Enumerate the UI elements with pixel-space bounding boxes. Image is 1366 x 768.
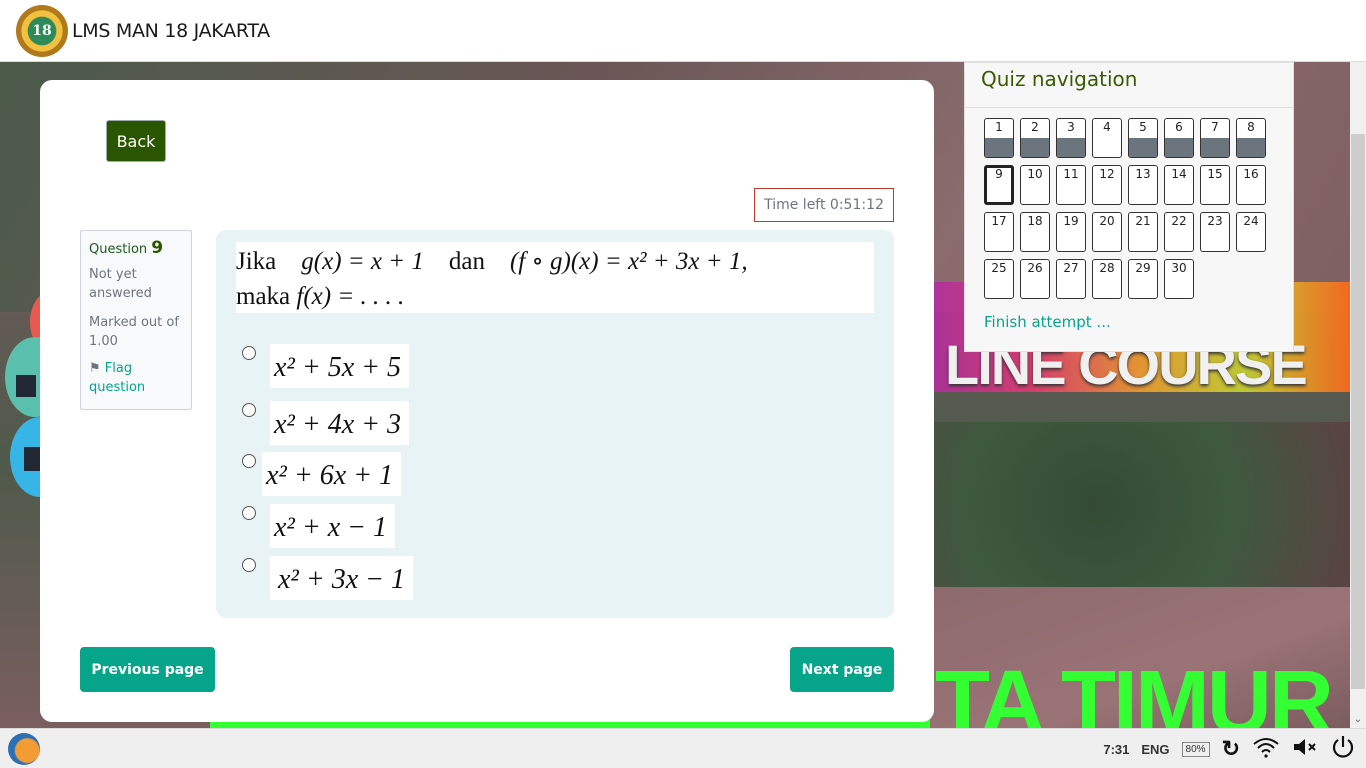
refresh-icon[interactable]: ↻ xyxy=(1222,738,1240,760)
quiz-nav-button-5[interactable]: 5 xyxy=(1128,118,1158,158)
question-number: Question 9 xyxy=(89,239,183,259)
school-logo[interactable]: 18 xyxy=(16,4,68,57)
answer-radio[interactable] xyxy=(242,558,256,572)
quiz-nav-button-17[interactable]: 17 xyxy=(984,212,1014,252)
quiz-nav-button-26[interactable]: 26 xyxy=(1020,259,1050,299)
volume-muted-icon[interactable] xyxy=(1292,736,1318,762)
question-text-jika: Jika xyxy=(236,248,277,275)
quiz-nav-button-21[interactable]: 21 xyxy=(1128,212,1158,252)
question-label: Question xyxy=(89,242,148,257)
quiz-nav-button-18[interactable]: 18 xyxy=(1020,212,1050,252)
quiz-nav-button-19[interactable]: 19 xyxy=(1056,212,1086,252)
quiz-timer: Time left 0:51:12 xyxy=(754,188,894,222)
finish-attempt-link[interactable]: Finish attempt ... xyxy=(984,313,1111,331)
flag-question-link[interactable]: ⚑ Flag question xyxy=(89,359,183,397)
answer-radio[interactable] xyxy=(242,403,256,417)
question-content: Jika g(x) = x + 1 dan (f ∘ g)(x) = x² + … xyxy=(216,230,894,618)
quiz-nav-button-4[interactable]: 4 xyxy=(1092,118,1122,158)
quiz-nav-button-28[interactable]: 28 xyxy=(1092,259,1122,299)
question-text: Jika g(x) = x + 1 dan (f ∘ g)(x) = x² + … xyxy=(236,242,874,313)
quiz-nav-button-20[interactable]: 20 xyxy=(1092,212,1122,252)
quiz-nav-button-9[interactable]: 9 xyxy=(984,165,1014,205)
answer-label[interactable]: x² + 5x + 5 xyxy=(270,344,410,388)
page-scrollbar[interactable]: ⌄ xyxy=(1350,62,1366,728)
answer-label[interactable]: x² + 3x − 1 xyxy=(270,556,414,600)
quiz-nav-button-1[interactable]: 1 xyxy=(984,118,1014,158)
scroll-down-arrow-icon[interactable]: ⌄ xyxy=(1352,714,1364,726)
question-state: Not yet answered xyxy=(89,267,152,301)
previous-page-button[interactable]: Previous page xyxy=(80,647,215,692)
answer-option[interactable]: x² + 6x + 1 xyxy=(242,452,402,496)
question-grade: Marked out of 1.00 xyxy=(89,315,179,349)
site-title[interactable]: LMS MAN 18 JAKARTA xyxy=(72,20,270,42)
quiz-nav-button-15[interactable]: 15 xyxy=(1200,165,1230,205)
scrollbar-thumb[interactable] xyxy=(1351,134,1365,689)
quiz-nav-button-30[interactable]: 30 xyxy=(1164,259,1194,299)
question-f-expression: f(x) = . . . . xyxy=(296,283,405,310)
quiz-main-card: Back Time left 0:51:12 Question 9 Not ye… xyxy=(40,80,934,722)
question-text-maka: maka xyxy=(236,283,291,310)
quiz-nav-button-24[interactable]: 24 xyxy=(1236,212,1266,252)
question-g-definition: g(x) = x + 1 xyxy=(301,248,424,275)
quiz-nav-button-12[interactable]: 12 xyxy=(1092,165,1122,205)
quiz-nav-button-29[interactable]: 29 xyxy=(1128,259,1158,299)
power-icon[interactable] xyxy=(1330,734,1356,764)
answer-label[interactable]: x² + 6x + 1 xyxy=(262,452,402,496)
quiz-nav-button-14[interactable]: 14 xyxy=(1164,165,1194,205)
quiz-navigation-title: Quiz navigation xyxy=(965,63,1293,108)
quiz-nav-button-3[interactable]: 3 xyxy=(1056,118,1086,158)
logo-text: 18 xyxy=(32,22,52,39)
quiz-nav-button-13[interactable]: 13 xyxy=(1128,165,1158,205)
question-fog-definition: (f ∘ g)(x) = x² + 3x + 1, xyxy=(509,248,748,275)
taskbar: 7:31 ENG 80% ↻ xyxy=(0,728,1366,768)
wifi-icon[interactable] xyxy=(1252,736,1280,762)
answer-option[interactable]: x² + x − 1 xyxy=(242,504,396,548)
quiz-nav-button-25[interactable]: 25 xyxy=(984,259,1014,299)
site-header: 18 LMS MAN 18 JAKARTA xyxy=(0,0,1366,62)
answer-option[interactable]: x² + 4x + 3 xyxy=(242,401,410,445)
background-trees xyxy=(930,422,1350,587)
system-tray: 7:31 ENG 80% ↻ xyxy=(1103,729,1356,768)
background-banner-text-bottom: TA TIMUR xyxy=(935,653,1334,728)
question-line-1: Jika g(x) = x + 1 dan (f ∘ g)(x) = x² + … xyxy=(236,244,874,279)
quiz-nav-button-10[interactable]: 10 xyxy=(1020,165,1050,205)
quiz-nav-button-23[interactable]: 23 xyxy=(1200,212,1230,252)
battery-indicator[interactable]: 80% xyxy=(1181,741,1210,757)
language-indicator[interactable]: ENG xyxy=(1141,742,1169,757)
answer-radio[interactable] xyxy=(242,346,256,360)
question-number-value: 9 xyxy=(151,238,164,258)
quiz-nav-button-2[interactable]: 2 xyxy=(1020,118,1050,158)
quiz-nav-button-7[interactable]: 7 xyxy=(1200,118,1230,158)
quiz-nav-button-11[interactable]: 11 xyxy=(1056,165,1086,205)
answer-option[interactable]: x² + 3x − 1 xyxy=(242,556,414,600)
quiz-navigation-grid: 1 2 3 4 5 6 7 8 9 10 11 12 13 14 15 16 17 18 19 20 21 22 23 24 2… xyxy=(984,118,1284,299)
quiz-nav-button-8[interactable]: 8 xyxy=(1236,118,1266,158)
quiz-navigation-panel: Quiz navigation 1 2 3 4 5 6 7 8 9 10 11 12 13 14 15 16 1… xyxy=(964,62,1294,352)
flag-icon: ⚑ xyxy=(89,361,101,376)
question-line-2: maka f(x) = . . . . xyxy=(236,279,874,314)
start-menu-icon[interactable] xyxy=(8,733,40,765)
quiz-nav-button-16[interactable]: 16 xyxy=(1236,165,1266,205)
quiz-nav-button-6[interactable]: 6 xyxy=(1164,118,1194,158)
answer-radio[interactable] xyxy=(242,454,256,468)
answer-option[interactable]: x² + 5x + 5 xyxy=(242,344,410,388)
quiz-nav-button-27[interactable]: 27 xyxy=(1056,259,1086,299)
answer-label[interactable]: x² + x − 1 xyxy=(270,504,396,548)
next-page-button[interactable]: Next page xyxy=(790,647,894,692)
answer-radio[interactable] xyxy=(242,506,256,520)
back-button[interactable]: Back xyxy=(106,120,166,162)
clock[interactable]: 7:31 xyxy=(1103,742,1129,757)
question-info-panel: Question 9 Not yet answered Marked out o… xyxy=(80,230,192,410)
question-text-dan: dan xyxy=(448,248,485,275)
answer-label[interactable]: x² + 4x + 3 xyxy=(270,401,410,445)
background-play-icon xyxy=(16,375,36,397)
quiz-nav-button-22[interactable]: 22 xyxy=(1164,212,1194,252)
